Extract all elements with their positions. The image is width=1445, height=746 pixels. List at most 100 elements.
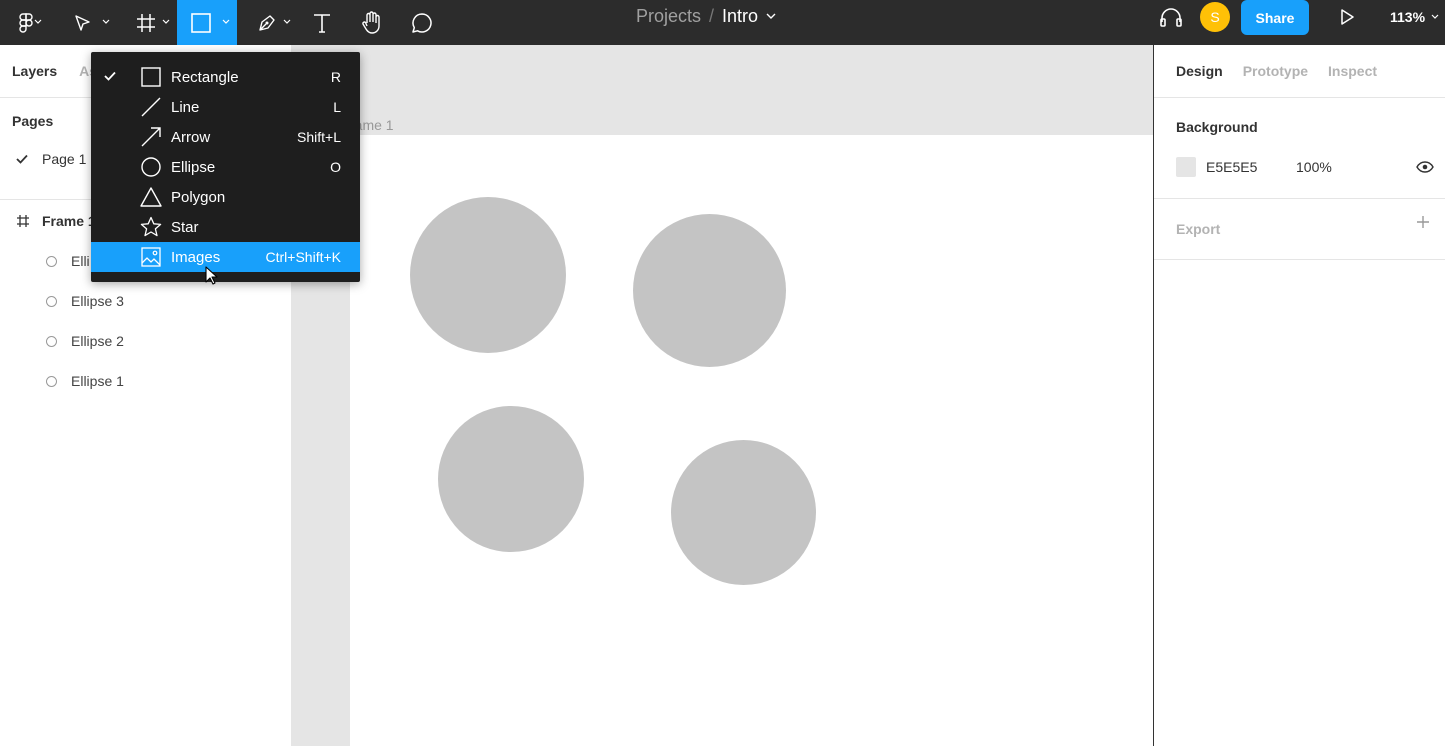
export-heading: Export [1176,221,1221,237]
menu-item-label: Arrow [171,128,211,146]
line-icon [141,97,161,117]
layer-ellipse-1[interactable]: Ellipse 1 [46,373,124,389]
background-fill-row: E5E5E5 100% [1176,156,1434,178]
layer-label: Ellipse 3 [71,293,124,309]
background-hex-input[interactable]: E5E5E5 [1206,159,1296,175]
menu-item-label: Star [171,218,199,236]
star-icon [140,216,162,237]
layer-ellipse-4[interactable]: Elli [46,253,90,269]
layer-label: Ellipse 1 [71,373,124,389]
menu-item-label: Images [171,248,221,266]
shape-tools-menu: Rectangle R Line L Arrow Shift+L Ellipse… [91,52,360,282]
play-icon [1341,8,1354,25]
background-heading: Background [1176,119,1258,135]
menu-item-label: Polygon [171,188,226,206]
page-item[interactable]: Page 1 [16,151,86,167]
pointer-icon [75,14,90,31]
figma-logo-icon [19,12,33,33]
zoom-menu[interactable]: 113% [1390,0,1439,33]
ellipse-icon [46,335,57,347]
avatar[interactable]: S [1200,2,1230,32]
chevron-down-icon [102,19,110,24]
layer-label: Ellipse 2 [71,333,124,349]
ellipse-4[interactable] [410,197,566,353]
ellipse-1[interactable] [671,440,816,585]
frame[interactable] [350,135,1153,746]
tab-layers[interactable]: Layers [12,63,57,79]
background-opacity-input[interactable]: 100% [1296,159,1332,175]
plus-icon[interactable] [1416,215,1430,229]
comment-icon [412,12,432,33]
eye-icon[interactable] [1416,161,1434,173]
tab-design[interactable]: Design [1176,63,1223,79]
divider [1154,198,1445,199]
checkmark-icon [16,154,28,164]
rectangle-icon [141,67,161,87]
file-title[interactable]: Projects / Intro [636,0,776,33]
chevron-down-icon[interactable] [766,13,776,20]
main-menu-button[interactable] [8,0,44,45]
menu-item-rectangle[interactable]: Rectangle R [91,62,360,92]
menu-item-images[interactable]: Images Ctrl+Shift+K [91,242,360,272]
chevron-down-icon [162,19,170,24]
menu-item-label: Line [171,98,200,116]
menu-item-shortcut: Shift+L [297,129,341,145]
rectangle-icon [191,12,211,33]
ellipse-icon [46,255,57,267]
ellipse-icon [46,295,57,307]
chevron-down-icon [283,19,291,24]
shape-tool-button[interactable] [177,0,237,45]
present-button[interactable] [1334,0,1360,33]
menu-item-polygon[interactable]: Polygon [91,182,360,212]
ellipse-3[interactable] [633,214,786,367]
frame-layer-label: Frame 1 [42,213,96,229]
layer-ellipse-3[interactable]: Ellipse 3 [46,293,124,309]
layer-ellipse-2[interactable]: Ellipse 2 [46,333,124,349]
frame-hash-icon [137,13,155,32]
layer-frame[interactable]: Frame 1 [16,213,96,229]
zoom-level: 113% [1390,8,1426,25]
comment-tool-button[interactable] [407,0,437,45]
frame-hash-icon [17,215,29,227]
chevron-down-icon [222,19,230,24]
page-label: Page 1 [42,151,87,167]
audio-button[interactable] [1156,0,1186,33]
pen-icon [259,14,275,31]
menu-item-line[interactable]: Line L [91,92,360,122]
divider [1154,259,1445,260]
title-separator: / [709,6,715,26]
frame-tool-button[interactable] [128,0,176,45]
share-button[interactable]: Share [1241,0,1309,35]
menu-item-shortcut: R [330,69,341,85]
image-icon [141,247,161,267]
menu-item-shortcut: O [330,159,341,175]
mouse-cursor-icon [205,266,218,285]
menu-item-shortcut: Ctrl+Shift+K [265,249,341,265]
headphones-icon [1160,7,1182,27]
ellipse-2[interactable] [438,406,584,552]
tab-prototype[interactable]: Prototype [1243,63,1308,79]
properties-panel: Design Prototype Inspect Background E5E5… [1153,45,1445,746]
menu-item-star[interactable]: Star [91,212,360,242]
file-name[interactable]: Intro [722,6,758,27]
figma-app: Projects / Intro S Share 113% Layers As … [0,0,1445,746]
text-icon [314,13,330,33]
menu-item-label: Rectangle [171,68,239,86]
layer-label: Elli [71,253,90,269]
menu-item-arrow[interactable]: Arrow Shift+L [91,122,360,152]
ellipse-icon [141,157,161,177]
toolbar: Projects / Intro S Share 113% [0,0,1445,45]
ellipse-icon [46,375,57,387]
background-swatch[interactable] [1176,157,1196,177]
right-panel-tabs: Design Prototype Inspect [1154,45,1445,98]
canvas[interactable]: rame 1 [292,45,1153,746]
project-name[interactable]: Projects [636,6,701,27]
menu-item-ellipse[interactable]: Ellipse O [91,152,360,182]
pen-tool-button[interactable] [250,0,296,45]
chevron-down-icon [34,19,42,24]
text-tool-button[interactable] [308,0,336,45]
tab-inspect[interactable]: Inspect [1328,63,1377,79]
hand-icon [362,10,380,34]
hand-tool-button[interactable] [357,0,387,45]
move-tool-button[interactable] [66,0,114,45]
